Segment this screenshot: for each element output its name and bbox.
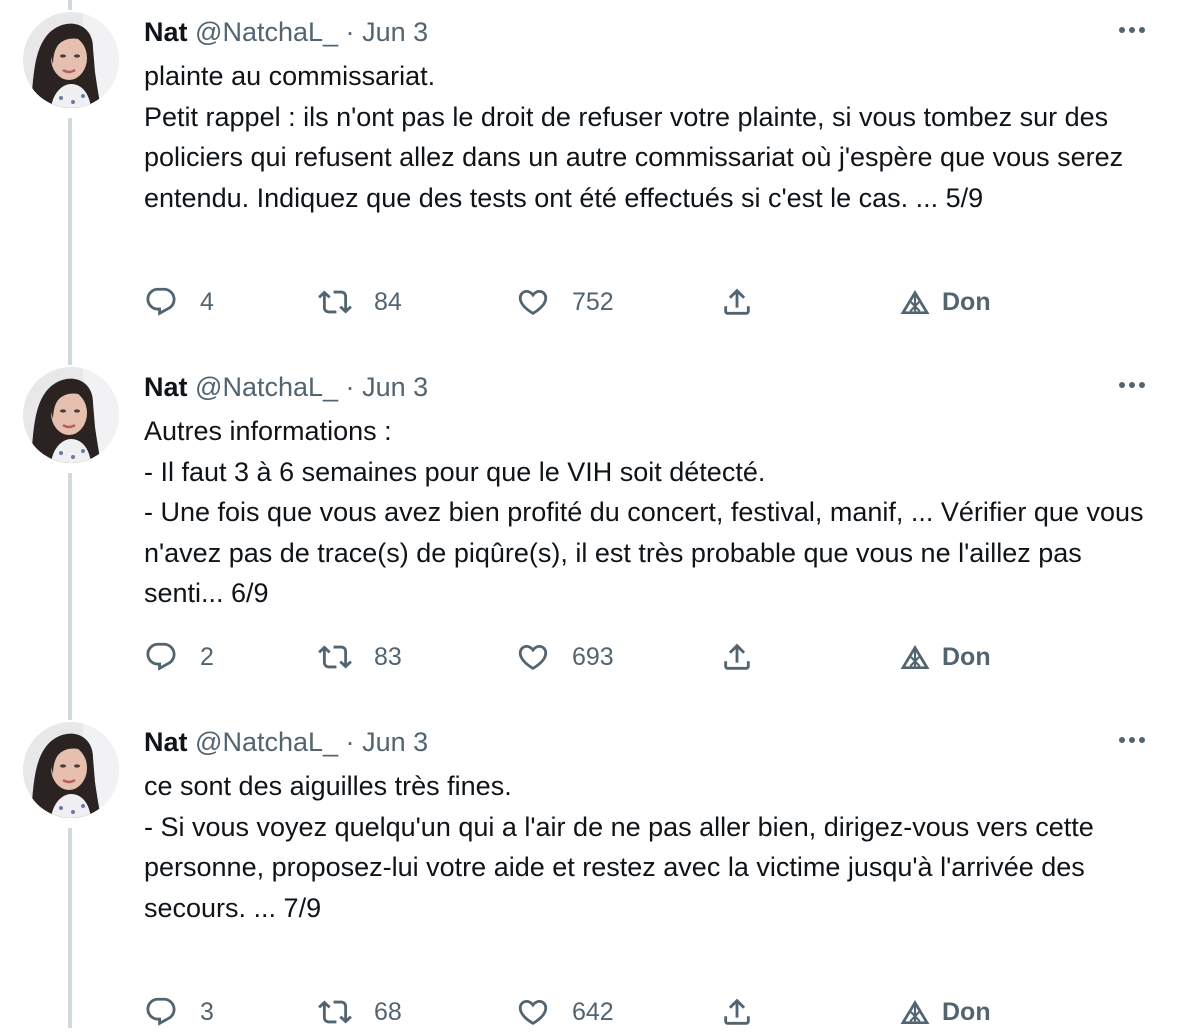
reply-button[interactable]: 4 — [144, 282, 214, 322]
reply-icon — [144, 640, 178, 674]
avatar-image — [23, 367, 119, 463]
tip-label: Don — [942, 642, 991, 671]
share-icon — [720, 995, 754, 1029]
reply-icon — [144, 285, 178, 319]
tip-button[interactable]: Don — [898, 637, 991, 677]
reply-icon — [144, 995, 178, 1029]
like-button[interactable]: 752 — [516, 282, 614, 322]
like-count: 693 — [572, 642, 614, 671]
tweet-date[interactable]: Jun 3 — [362, 727, 428, 757]
more-icon — [1114, 20, 1150, 40]
like-icon — [516, 285, 550, 319]
tweet-header: Nat @NatchaL_ · Jun 3 — [144, 724, 428, 760]
action-bar: 4 84 752 Don — [144, 282, 1044, 322]
thread-line — [68, 118, 72, 357]
action-bar: 2 83 693 Don — [144, 637, 1044, 677]
reply-button[interactable]: 2 — [144, 637, 214, 677]
retweet-count: 83 — [374, 642, 402, 671]
reply-count: 4 — [200, 287, 214, 316]
reply-count: 3 — [200, 997, 214, 1026]
author-handle[interactable]: @NatchaL_ — [195, 372, 338, 402]
like-count: 642 — [572, 997, 614, 1026]
tweet-text: Autres informations : - Il faut 3 à 6 se… — [144, 411, 1154, 614]
thread-line — [68, 473, 72, 712]
retweet-icon — [318, 285, 352, 319]
like-icon — [516, 995, 550, 1029]
more-options-button[interactable] — [1114, 375, 1150, 395]
tweet-text-line: Petit rappel : ils n'ont pas le droit de… — [144, 101, 1124, 213]
action-bar: 3 68 642 Don — [144, 992, 1044, 1032]
tweet-header: Nat @NatchaL_ · Jun 3 — [144, 14, 428, 50]
thread-line-top — [68, 355, 72, 365]
more-options-button[interactable] — [1114, 730, 1150, 750]
tip-button[interactable]: Don — [898, 282, 991, 322]
retweet-icon — [318, 995, 352, 1029]
thread-line-top — [68, 0, 72, 10]
reply-button[interactable]: 3 — [144, 992, 214, 1032]
share-icon — [720, 640, 754, 674]
author-name[interactable]: Nat — [144, 17, 188, 47]
tweet-5-of-9[interactable]: Nat @NatchaL_ · Jun 3 plainte au commiss… — [0, 0, 1186, 357]
tip-label: Don — [942, 287, 991, 316]
tweet-text-line: plainte au commissariat. — [144, 61, 436, 91]
tweet-text: ce sont des aiguilles très fines. - Si v… — [144, 766, 1154, 928]
author-handle[interactable]: @NatchaL_ — [195, 17, 338, 47]
tip-icon — [898, 640, 932, 674]
tip-label: Don — [942, 997, 991, 1026]
tweet-text-line: - Il faut 3 à 6 semaines pour que le VIH… — [144, 456, 766, 487]
reply-count: 2 — [200, 642, 214, 671]
tweet-date[interactable]: Jun 3 — [362, 17, 428, 47]
tweet-text-line: ce sont des aiguilles très fines. — [144, 771, 512, 801]
more-icon — [1114, 375, 1150, 395]
tweet-text: plainte au commissariat. Petit rappel : … — [144, 56, 1154, 218]
tweet-header: Nat @NatchaL_ · Jun 3 — [144, 369, 428, 405]
share-button[interactable] — [720, 992, 754, 1032]
thread-line-top — [68, 710, 72, 720]
more-icon — [1114, 730, 1150, 750]
separator-dot: · — [345, 372, 355, 402]
more-options-button[interactable] — [1114, 20, 1150, 40]
retweet-button[interactable]: 83 — [318, 637, 402, 677]
tip-button[interactable]: Don — [898, 992, 991, 1032]
tip-icon — [898, 995, 932, 1029]
tweet-text-line: - Une fois que vous avez bien profité du… — [144, 497, 1144, 608]
like-button[interactable]: 642 — [516, 992, 614, 1032]
tweet-text-line: Autres informations : — [144, 416, 392, 446]
like-count: 752 — [572, 287, 614, 316]
retweet-count: 68 — [374, 997, 402, 1026]
author-name[interactable]: Nat — [144, 372, 188, 402]
tweet-6-of-9[interactable]: Nat @NatchaL_ · Jun 3 Autres information… — [0, 355, 1186, 712]
like-icon — [516, 640, 550, 674]
author-handle[interactable]: @NatchaL_ — [195, 727, 338, 757]
share-button[interactable] — [720, 282, 754, 322]
separator-dot: · — [345, 17, 355, 47]
retweet-icon — [318, 640, 352, 674]
tweet-date[interactable]: Jun 3 — [362, 372, 428, 402]
retweet-count: 84 — [374, 287, 402, 316]
retweet-button[interactable]: 68 — [318, 992, 402, 1032]
avatar[interactable] — [23, 722, 119, 818]
avatar-image — [23, 12, 119, 108]
separator-dot: · — [345, 727, 355, 757]
tweet-text-line: - Si vous voyez quelqu'un qui a l'air de… — [144, 811, 1094, 923]
avatar[interactable] — [23, 367, 119, 463]
share-icon — [720, 285, 754, 319]
avatar-image — [23, 722, 119, 818]
share-button[interactable] — [720, 637, 754, 677]
avatar[interactable] — [23, 12, 119, 108]
like-button[interactable]: 693 — [516, 637, 614, 677]
author-name[interactable]: Nat — [144, 727, 188, 757]
retweet-button[interactable]: 84 — [318, 282, 402, 322]
tip-icon — [898, 285, 932, 319]
tweet-7-of-9[interactable]: Nat @NatchaL_ · Jun 3 ce sont des aiguil… — [0, 710, 1186, 1028]
thread-line — [68, 828, 72, 1028]
